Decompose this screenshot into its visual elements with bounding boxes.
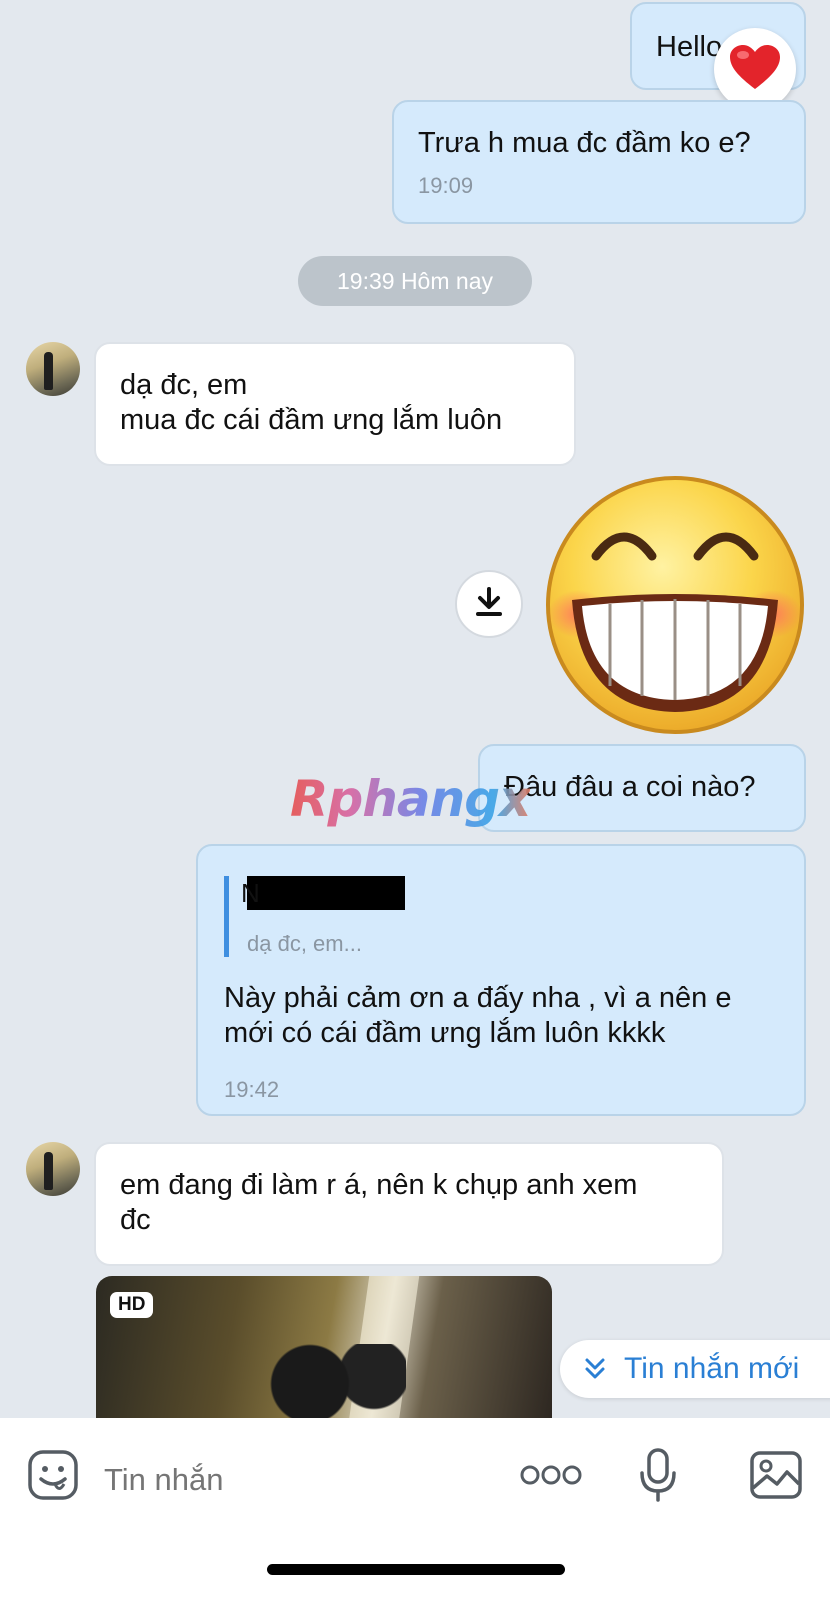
avatar[interactable] [26,342,80,396]
hd-badge: HD [110,1292,154,1318]
message-bubble-incoming[interactable]: em đang đi làm r á, nên k chụp anh xem đ… [94,1142,724,1266]
heart-icon [728,43,782,96]
home-indicator[interactable] [267,1564,565,1575]
emoji-icon[interactable] [26,1448,80,1502]
new-messages-button[interactable]: Tin nhắn mới [560,1340,830,1398]
message-text: Đâu đâu a coi nào? [504,771,756,803]
microphone-icon[interactable] [636,1446,680,1504]
redacted-sender-name [241,876,405,910]
message-input[interactable] [104,1462,484,1498]
download-icon [475,586,503,622]
message-time: 19:09 [418,173,474,198]
message-text-line: mới có cái đầm ưng lắm luôn kkkk [224,1017,666,1049]
message-bubble-outgoing-reply[interactable]: dạ đc, em... Này phải cảm ơn a đấy nha ,… [196,844,806,1116]
photo-message[interactable]: HD [96,1276,552,1418]
watermark: Rphangx [290,770,531,828]
avatar[interactable] [26,1142,80,1196]
chat-area[interactable]: Hello Trưa h mua đc đầm ko e? 19:09 19:3… [0,0,830,1418]
message-bubble-incoming[interactable]: dạ đc, em mua đc cái đầm ưng lắm luôn [94,342,576,466]
download-button[interactable] [455,570,523,638]
new-messages-label: Tin nhắn mới [624,1352,800,1385]
double-chevron-down-icon [584,1357,606,1381]
message-text: Trưa h mua đc đầm ko e? [418,127,751,159]
reaction-badge[interactable] [714,28,796,110]
image-icon[interactable] [748,1448,804,1502]
message-text-line: Này phải cảm ơn a đấy nha , vì a nên e [224,982,732,1014]
message-text-line: dạ đc, em [120,369,248,401]
more-icon[interactable] [520,1460,582,1490]
message-text-line: mua đc cái đầm ưng lắm luôn [120,404,503,436]
message-text-line: đc [120,1204,151,1236]
date-separator: 19:39 Hôm nay [298,256,532,306]
grinning-face-sticker[interactable] [544,474,806,736]
message-text: Hello [656,31,723,63]
message-text-line: em đang đi làm r á, nên k chụp anh xem [120,1169,638,1201]
quoted-text: dạ đc, em... [247,931,362,956]
message-time: 19:42 [224,1077,280,1102]
quoted-message[interactable]: dạ đc, em... [224,876,778,957]
message-bubble-outgoing[interactable]: Trưa h mua đc đầm ko e? 19:09 [392,100,806,224]
